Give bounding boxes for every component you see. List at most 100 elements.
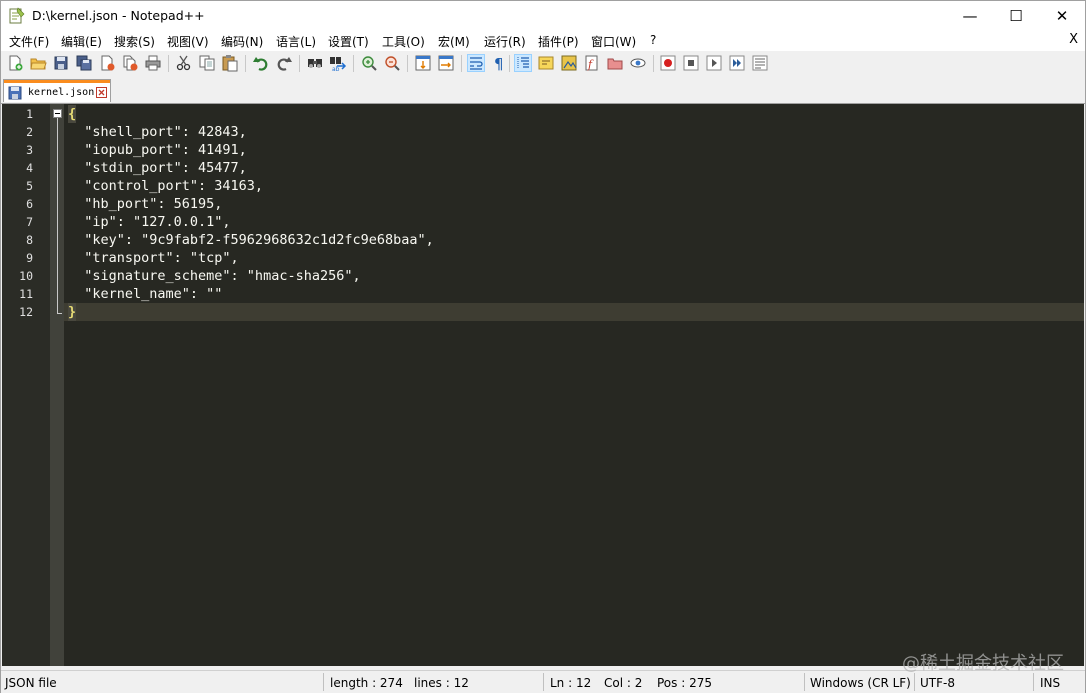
minimize-button[interactable]: — <box>947 1 993 31</box>
menu-encoding[interactable]: 编码(N) <box>221 33 263 50</box>
monitor-icon[interactable] <box>629 54 647 72</box>
toolbar-separator <box>509 55 510 72</box>
toolbar-separator <box>407 55 408 72</box>
status-position: Pos : 275 <box>657 676 712 690</box>
tab-kernel-json[interactable]: kernel.json <box>3 79 111 102</box>
minimize-icon: — <box>962 7 978 25</box>
maximize-button[interactable]: ☐ <box>993 1 1039 31</box>
save-icon[interactable] <box>52 54 70 72</box>
play-macro-icon[interactable] <box>705 54 723 72</box>
sync-vertical-icon[interactable] <box>414 54 432 72</box>
sync-horizontal-icon[interactable] <box>437 54 455 72</box>
close-all-icon[interactable] <box>121 54 139 72</box>
menu-file[interactable]: 文件(F) <box>9 33 49 50</box>
show-all-chars-icon[interactable]: ¶ <box>490 54 508 72</box>
fold-collapse-icon[interactable] <box>53 109 62 118</box>
print-icon[interactable] <box>144 54 162 72</box>
watermark: @稀土掘金技术社区 <box>902 653 1064 674</box>
copy-icon[interactable] <box>198 54 216 72</box>
code-line: "shell_port": 42843, <box>68 124 247 140</box>
tab-bar: kernel.json <box>1 77 1085 104</box>
status-divider <box>323 673 324 691</box>
line-number: 5 <box>26 179 33 193</box>
status-eol[interactable]: Windows (CR LF) <box>810 676 911 690</box>
svg-text:¶: ¶ <box>494 55 504 72</box>
status-divider <box>914 673 915 691</box>
doc-map-icon[interactable] <box>560 54 578 72</box>
code-line: "ip": "127.0.0.1", <box>68 214 231 230</box>
status-lines: lines : 12 <box>414 676 469 690</box>
code-editor[interactable]: 1 2 3 4 5 6 7 8 9 10 11 12 { "shell_port… <box>2 104 1084 666</box>
window-title: D:\kernel.json - Notepad++ <box>32 8 205 23</box>
menu-plugins[interactable]: 插件(P) <box>538 33 579 50</box>
code-line: "key": "9c9fabf2-f5962968632c1d2fc9e68ba… <box>68 232 434 248</box>
tab-close-icon[interactable] <box>96 87 107 98</box>
status-insert-mode[interactable]: INS <box>1040 676 1060 690</box>
status-file-type: JSON file <box>5 676 57 690</box>
title-bar: D:\kernel.json - Notepad++ — ☐ ✕ <box>1 1 1085 31</box>
status-divider <box>804 673 805 691</box>
cut-icon[interactable] <box>175 54 193 72</box>
save-all-icon[interactable] <box>75 54 93 72</box>
status-length: length : 274 <box>330 676 403 690</box>
menu-help[interactable]: ? <box>650 33 656 47</box>
status-divider <box>1033 673 1034 691</box>
replace-icon[interactable]: ab <box>329 54 347 72</box>
line-number: 6 <box>26 197 33 211</box>
word-wrap-button[interactable] <box>467 54 485 72</box>
code-line: "control_port": 34163, <box>68 178 264 194</box>
menu-search[interactable]: 搜索(S) <box>114 33 155 50</box>
saved-file-icon <box>8 86 22 100</box>
open-file-icon[interactable] <box>29 54 47 72</box>
active-tab-indicator <box>4 80 110 83</box>
save-macro-icon[interactable] <box>751 54 769 72</box>
udl-icon[interactable] <box>537 54 555 72</box>
line-number: 7 <box>26 215 33 229</box>
stop-record-icon[interactable] <box>682 54 700 72</box>
toolbar-separator <box>299 55 300 72</box>
menu-run[interactable]: 运行(R) <box>484 33 526 50</box>
menu-view[interactable]: 视图(V) <box>167 33 209 50</box>
close-window-icon: ✕ <box>1055 7 1069 25</box>
code-line: } <box>68 303 77 321</box>
line-number: 8 <box>26 233 33 247</box>
run-macro-multiple-icon[interactable] <box>728 54 746 72</box>
toolbar-separator <box>245 55 246 72</box>
maximize-icon: ☐ <box>1009 7 1023 25</box>
toolbar-separator <box>461 55 462 72</box>
code-line: "stdin_port": 45477, <box>68 160 247 176</box>
code-line: "kernel_name": "" <box>68 286 223 302</box>
redo-icon[interactable] <box>275 54 293 72</box>
code-line: "iopub_port": 41491, <box>68 142 247 158</box>
fold-guide-end <box>57 313 62 314</box>
menu-macro[interactable]: 宏(M) <box>438 33 470 50</box>
find-icon[interactable] <box>306 54 324 72</box>
menu-language[interactable]: 语言(L) <box>276 33 316 50</box>
close-window-button[interactable]: ✕ <box>1039 1 1085 31</box>
status-line-position: Ln : 12 <box>550 676 592 690</box>
zoom-in-icon[interactable] <box>360 54 378 72</box>
undo-icon[interactable] <box>252 54 270 72</box>
indent-guide-button[interactable] <box>514 54 532 72</box>
line-number: 2 <box>26 125 33 139</box>
menu-window[interactable]: 窗口(W) <box>591 33 636 50</box>
line-number: 1 <box>26 107 33 121</box>
close-document-button[interactable]: X <box>1069 32 1078 47</box>
line-number: 9 <box>26 251 33 265</box>
zoom-out-icon[interactable] <box>383 54 401 72</box>
status-encoding: UTF-8 <box>920 676 955 690</box>
line-number: 11 <box>19 287 33 301</box>
line-number: 10 <box>19 269 33 283</box>
menu-settings[interactable]: 设置(T) <box>328 33 369 50</box>
folder-workspace-icon[interactable] <box>606 54 624 72</box>
function-list-icon[interactable]: f <box>583 54 601 72</box>
toolbar-separator <box>353 55 354 72</box>
record-macro-icon[interactable] <box>659 54 677 72</box>
tab-label: kernel.json <box>28 87 95 98</box>
toolbar-separator <box>168 55 169 72</box>
new-file-icon[interactable] <box>6 54 24 72</box>
menu-edit[interactable]: 编辑(E) <box>61 33 102 50</box>
paste-icon[interactable] <box>221 54 239 72</box>
close-icon[interactable] <box>98 54 116 72</box>
menu-tools[interactable]: 工具(O) <box>382 33 425 50</box>
